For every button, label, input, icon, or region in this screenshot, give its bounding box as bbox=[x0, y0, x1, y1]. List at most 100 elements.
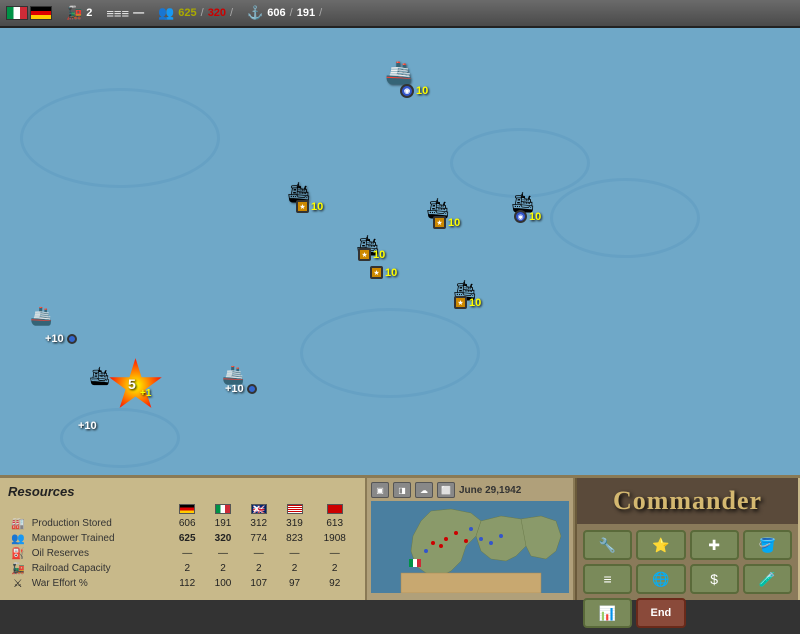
manpower-icon: 👥 bbox=[158, 5, 174, 21]
minimap-btn-3[interactable]: ☁ bbox=[415, 482, 433, 498]
railroad-icon: 🚂 bbox=[11, 563, 25, 575]
unit-ship-5[interactable]: 🛳 bbox=[355, 233, 380, 258]
manpower-res-icon: 👥 bbox=[11, 533, 25, 545]
war-effort-label: War Effort % bbox=[28, 576, 170, 591]
ship-icon-3: 🛳 bbox=[425, 196, 450, 221]
minimap-svg bbox=[371, 501, 569, 593]
plus-unit-2[interactable]: +10 bbox=[225, 383, 257, 395]
badge-circle-2: ◉ bbox=[514, 210, 527, 223]
railroad-de: 2 bbox=[169, 561, 205, 576]
money-btn[interactable]: $ bbox=[690, 564, 739, 594]
unit-ship-badge-7[interactable]: ★ 10 bbox=[454, 296, 481, 309]
railroad-uk: 2 bbox=[241, 561, 277, 576]
add-btn[interactable]: ✚ bbox=[690, 530, 739, 560]
minimap-canvas[interactable] bbox=[371, 501, 569, 593]
war-effort-us: 97 bbox=[277, 576, 313, 591]
resources-title: Resources bbox=[8, 484, 357, 499]
plus-unit-1[interactable]: +10 bbox=[45, 333, 77, 345]
unit-ship-2[interactable]: 🛳 bbox=[286, 180, 311, 205]
resources-table: 🇬🇧 🏭 Production Stored 606 191 312 319 6… bbox=[8, 503, 357, 591]
oil-uk: — bbox=[241, 546, 277, 561]
war-effort-it: 100 bbox=[205, 576, 241, 591]
production-icon: 🏭 bbox=[11, 518, 25, 530]
flag-it-header bbox=[215, 504, 231, 514]
commander-title: Commander bbox=[577, 478, 798, 524]
badge-star-2: ★ bbox=[433, 216, 446, 229]
ship-icon-5: 🛳 bbox=[355, 233, 380, 258]
train-stat: 🚂 2 bbox=[66, 5, 92, 21]
manpower-it: 320 bbox=[205, 531, 241, 546]
flag-uk-header: 🇬🇧 bbox=[251, 504, 267, 514]
chart-btn[interactable]: 📊 bbox=[583, 598, 632, 628]
unit-ship-6[interactable]: 🛳 bbox=[452, 278, 477, 303]
game-area[interactable]: 🚢 ◉ 10 🛳 ★ 10 🛳 ★ 10 bbox=[0, 28, 800, 475]
unit-ship-badge-6[interactable]: ★ 10 bbox=[370, 266, 397, 279]
minimap-btn-2[interactable]: ◨ bbox=[393, 482, 411, 498]
ocean-swirl-2 bbox=[550, 178, 700, 258]
unit-ship-badge-1[interactable]: ◉ 10 bbox=[400, 84, 428, 98]
manpower-su: 1908 bbox=[312, 531, 357, 546]
unit-sub-1[interactable]: 🚢 bbox=[30, 306, 52, 327]
production-us: 319 bbox=[277, 516, 313, 531]
unit-ship-3[interactable]: 🛳 bbox=[425, 196, 450, 221]
unit-ship-1[interactable]: 🚢 bbox=[385, 60, 412, 86]
supply-icon: ≡≡≡ bbox=[106, 6, 129, 21]
badge-star-4: ★ bbox=[370, 266, 383, 279]
unit-ship-badge-4[interactable]: ◉ 10 bbox=[514, 210, 541, 223]
oil-it: — bbox=[205, 546, 241, 561]
resources-section: Resources 🇬🇧 🏭 Production Stored 606 bbox=[0, 478, 365, 600]
badge-star-1: ★ bbox=[296, 200, 309, 213]
plus-label-3: +10 bbox=[78, 420, 97, 432]
war-effort-uk: 107 bbox=[241, 576, 277, 591]
railroad-label: Railroad Capacity bbox=[28, 561, 170, 576]
production-de: 606 bbox=[169, 516, 205, 531]
plus-label-1: +10 bbox=[45, 333, 64, 345]
faction-flags bbox=[6, 6, 52, 20]
commander-section: Commander 🔧 ⭐ ✚ 🪣 ≡ 🌐 $ 🧪 📊 End bbox=[575, 478, 798, 600]
unit-ship-badge-3[interactable]: ★ 10 bbox=[433, 216, 460, 229]
row-manpower: 👥 Manpower Trained 625 320 774 823 1908 bbox=[8, 531, 357, 546]
train-icon: 🚂 bbox=[66, 5, 82, 21]
bucket-btn[interactable]: 🪣 bbox=[743, 530, 792, 560]
end-btn[interactable]: End bbox=[636, 598, 685, 628]
ship-icon-2: 🛳 bbox=[286, 180, 311, 205]
ships-icon: ⚓ bbox=[247, 5, 263, 21]
explosion-label: 5 bbox=[128, 376, 136, 392]
bottom-panel: Resources 🇬🇧 🏭 Production Stored 606 bbox=[0, 475, 800, 600]
railroad-it: 2 bbox=[205, 561, 241, 576]
supply-stat: ≡≡≡ — bbox=[106, 6, 144, 21]
ocean-swirl-5 bbox=[450, 128, 590, 198]
top-bar: 🚂 2 ≡≡≡ — 👥 625 / 320 / ⚓ 606 / 191 / bbox=[0, 0, 800, 28]
ocean-swirl-3 bbox=[300, 308, 480, 398]
war-effort-de: 112 bbox=[169, 576, 205, 591]
manpower-max: 320 bbox=[208, 7, 226, 19]
settings-btn[interactable]: 🔧 bbox=[583, 530, 632, 560]
row-war-effort: ⚔ War Effort % 112 100 107 97 92 bbox=[8, 576, 357, 591]
row-railroad: 🚂 Railroad Capacity 2 2 2 2 2 bbox=[8, 561, 357, 576]
war-effort-su: 92 bbox=[312, 576, 357, 591]
science-btn[interactable]: 🧪 bbox=[743, 564, 792, 594]
plus-unit-3[interactable]: +10 bbox=[78, 416, 97, 434]
unit-ship-badge-5[interactable]: ★ 10 bbox=[358, 248, 385, 261]
dot-1 bbox=[67, 334, 77, 344]
minimap-date: June 29,1942 bbox=[459, 485, 521, 496]
explosion[interactable]: 5 bbox=[108, 358, 163, 413]
ship-icon-1: 🚢 bbox=[385, 60, 412, 86]
supply-count: — bbox=[133, 7, 144, 19]
minimap-btn-1[interactable]: ▣ bbox=[371, 482, 389, 498]
production-uk: 312 bbox=[241, 516, 277, 531]
oil-icon: ⛽ bbox=[11, 548, 25, 560]
star-btn[interactable]: ⭐ bbox=[636, 530, 685, 560]
globe-btn[interactable]: 🌐 bbox=[636, 564, 685, 594]
manpower-uk: 774 bbox=[241, 531, 277, 546]
minimap-btn-4[interactable]: ⬜ bbox=[437, 482, 455, 498]
plus-label-2: +10 bbox=[225, 383, 244, 395]
menu-btn[interactable]: ≡ bbox=[583, 564, 632, 594]
unit-ship-badge-2[interactable]: ★ 10 bbox=[296, 200, 323, 213]
germany-flag bbox=[30, 6, 52, 20]
badge-circle-1: ◉ bbox=[400, 84, 414, 98]
dot-2 bbox=[247, 384, 257, 394]
minimap-section: ▣ ◨ ☁ ⬜ June 29,1942 bbox=[365, 478, 575, 600]
row-production: 🏭 Production Stored 606 191 312 319 613 bbox=[8, 516, 357, 531]
unit-ship-4[interactable]: 🛳 bbox=[510, 190, 535, 215]
